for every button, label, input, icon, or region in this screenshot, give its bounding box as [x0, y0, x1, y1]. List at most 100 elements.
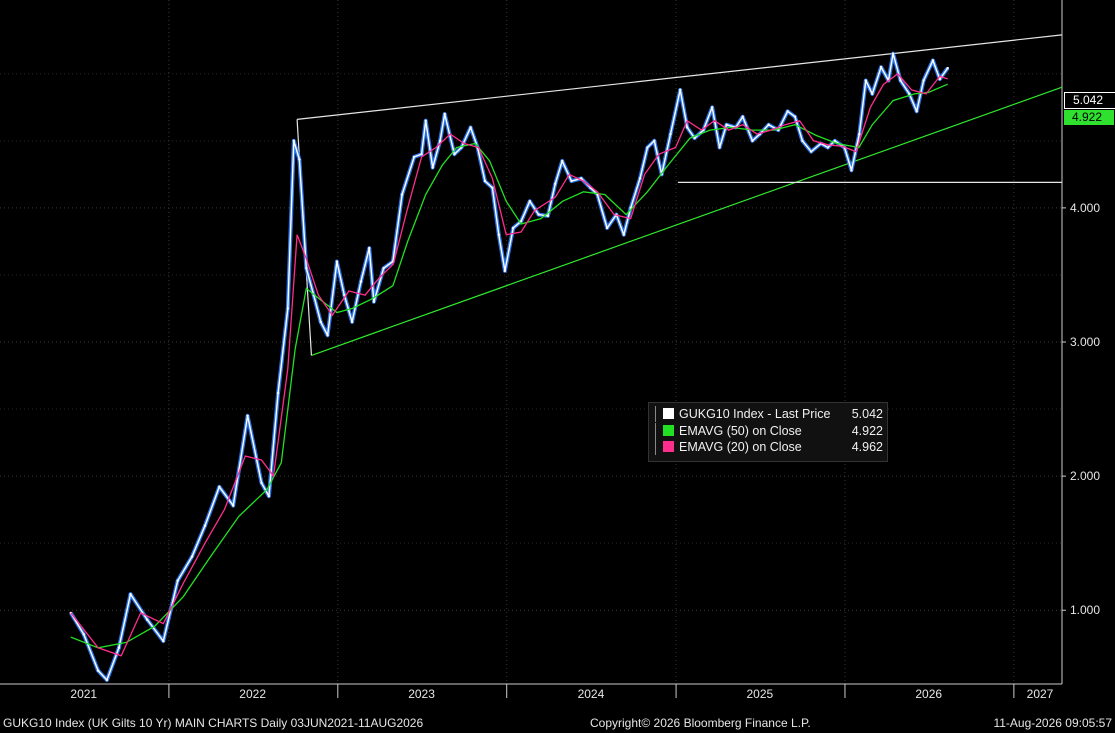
- price-point: [105, 678, 109, 682]
- y-tick-label: 3.000: [1070, 335, 1100, 349]
- price-point: [922, 79, 925, 82]
- price-point: [741, 115, 744, 118]
- price-chart[interactable]: 1.000 2.000 3.000 4.000 2021 2022 2023 2024 2025…: [0, 0, 1115, 733]
- price-point: [176, 579, 179, 582]
- price-point: [685, 126, 689, 129]
- price-point: [546, 214, 550, 218]
- price-point: [511, 226, 515, 230]
- price-point: [693, 136, 696, 140]
- x-tick-label: 2026: [915, 687, 942, 701]
- series-last-price: [70, 52, 949, 681]
- price-point: [218, 485, 221, 489]
- price-point: [497, 233, 501, 236]
- price-point: [260, 481, 263, 485]
- price-point: [767, 123, 770, 126]
- price-point: [469, 126, 472, 129]
- price-point: [793, 115, 797, 118]
- price-point: [145, 618, 149, 621]
- price-point: [786, 110, 789, 113]
- series-ema50: [70, 83, 948, 649]
- x-tick-label: 2027: [1027, 687, 1054, 701]
- price-point: [412, 155, 416, 159]
- price-point: [622, 233, 625, 236]
- price-point: [319, 320, 322, 324]
- price-point: [725, 123, 728, 126]
- price-point: [858, 132, 861, 136]
- price-point: [359, 280, 363, 283]
- price-point: [232, 504, 235, 507]
- price-point: [326, 334, 329, 337]
- price-point: [368, 246, 371, 250]
- price-point: [554, 182, 557, 185]
- price-point: [129, 592, 132, 596]
- price-point: [424, 119, 427, 122]
- x-tick-label: 2025: [746, 687, 773, 701]
- price-point: [710, 106, 714, 109]
- last-price-tag: 5.042: [1064, 92, 1115, 109]
- price-point: [679, 88, 682, 92]
- x-tick-label: 2021: [70, 687, 97, 701]
- price-point: [190, 555, 194, 558]
- price-point: [528, 199, 532, 203]
- price-point: [82, 633, 85, 636]
- legend-swatch-ema50: [663, 425, 674, 436]
- price-point: [382, 267, 385, 270]
- price-point: [809, 150, 813, 153]
- legend-value-last-price: 5.042: [851, 407, 883, 421]
- price-point: [826, 146, 830, 149]
- price-point: [276, 391, 280, 395]
- legend-value-ema20: 4.962: [851, 440, 883, 454]
- price-point: [96, 669, 100, 672]
- y-tick-label: 2.000: [1070, 469, 1100, 483]
- price-point: [537, 213, 540, 216]
- bloomberg-chart-window: { "chart_data": { "type": "line", "ticke…: [0, 0, 1115, 733]
- price-point: [438, 139, 442, 143]
- price-point: [420, 153, 423, 156]
- y-tick-label: 1.000: [1070, 603, 1100, 617]
- price-point: [443, 112, 446, 116]
- price-point: [305, 267, 308, 270]
- price-point: [117, 646, 121, 649]
- price-point: [946, 66, 949, 70]
- footer-chart-description: GUKG10 Index (UK Gilts 10 Yr) MAIN CHART…: [3, 716, 424, 730]
- footer-copyright: Copyright© 2026 Bloomberg Finance L.P.: [590, 716, 811, 730]
- price-point: [871, 92, 874, 96]
- chart-legend[interactable]: GUKG10 Index - Last Price 5.042 EMAVG (5…: [648, 402, 888, 462]
- legend-swatch-ema20: [663, 441, 674, 452]
- price-point: [638, 177, 642, 180]
- price-point: [561, 159, 564, 163]
- price-point: [267, 495, 271, 498]
- price-point: [891, 52, 895, 55]
- price-point: [503, 269, 507, 273]
- price-point: [292, 139, 296, 143]
- price-point: [483, 179, 487, 183]
- price-point: [605, 226, 609, 230]
- price-point: [653, 139, 656, 143]
- legend-value-ema50: 4.922: [851, 424, 883, 438]
- y-tick-label: 4.000: [1070, 201, 1100, 215]
- price-point: [646, 146, 649, 149]
- price-point: [570, 179, 573, 183]
- legend-label-last-price: GUKG10 Index - Last Price: [679, 407, 831, 421]
- price-point: [372, 300, 376, 303]
- price-point: [246, 414, 249, 417]
- price-point: [751, 139, 754, 143]
- trendline-upper-resistance: [297, 34, 1063, 120]
- price-point: [286, 307, 290, 310]
- price-point: [400, 193, 404, 196]
- price-point: [718, 146, 721, 149]
- price-point: [669, 132, 672, 136]
- legend-swatch-last-price: [663, 408, 674, 419]
- price-point: [298, 158, 301, 161]
- price-point: [350, 320, 354, 324]
- x-tick-label: 2024: [578, 687, 605, 701]
- price-point: [203, 524, 207, 527]
- price-point: [850, 169, 853, 172]
- price-point: [899, 79, 902, 82]
- price-point: [864, 79, 867, 82]
- price-point: [931, 59, 935, 62]
- x-tick-label: 2023: [408, 687, 435, 701]
- x-tick-label: 2022: [239, 687, 266, 701]
- price-point: [162, 639, 165, 643]
- ema50-price-tag: 4.922: [1064, 110, 1114, 125]
